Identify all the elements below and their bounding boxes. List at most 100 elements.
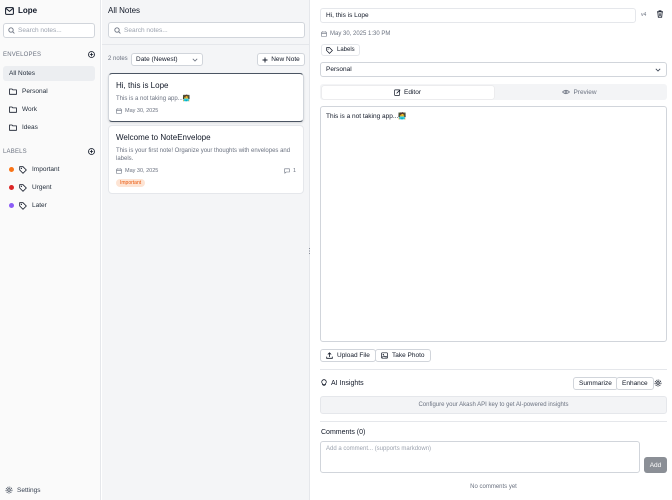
sort-value: Date (Newest) (136, 56, 178, 63)
upload-icon (326, 352, 333, 359)
chevron-down-icon (655, 68, 661, 72)
envelope-select-value: Personal (326, 66, 352, 73)
note-card-meta: May 30, 2025 (116, 108, 296, 114)
upload-file-label: Upload File (337, 352, 370, 359)
note-card-preview: This is a not taking app...🧑‍💻 (116, 96, 191, 102)
no-comments-text: No comments yet (470, 484, 517, 490)
ai-insights-title: AI Insights (331, 379, 364, 387)
folder-icon (9, 106, 17, 113)
calendar-icon (321, 31, 327, 37)
editor-tabs: Editor Preview (320, 84, 667, 100)
note-card[interactable]: Welcome to NoteEnvelope This is your fir… (108, 125, 304, 194)
notes-search (108, 22, 305, 38)
summarize-button[interactable]: Summarize (573, 377, 618, 390)
folder-icon (9, 88, 17, 95)
note-editor: v4 May 30, 2025 1:30 PM Labels Personal … (311, 0, 672, 500)
labels-button-label: Labels (337, 47, 355, 53)
note-card-date: May 30, 2025 (125, 108, 159, 114)
comments-title: Comments (0) (321, 429, 366, 436)
search-icon (8, 27, 15, 34)
note-card-meta: May 30, 2025 1 (116, 168, 296, 174)
note-card-title: Hi, this is Lope (116, 81, 169, 90)
label-color-dot (9, 167, 14, 172)
divider (320, 369, 667, 370)
sidebar-item-ideas[interactable]: Ideas (3, 120, 95, 135)
label-color-dot (9, 185, 14, 190)
enhance-button[interactable]: Enhance (616, 377, 654, 390)
ai-insights-header: AI Insights (321, 379, 364, 387)
sidebar-item-label: Ideas (22, 124, 38, 131)
notes-count: 2 notes (108, 56, 128, 62)
notes-search-input[interactable] (124, 26, 304, 34)
sidebar-search (3, 23, 95, 38)
sidebar-item-label: Important (32, 166, 60, 173)
sidebar-search-input[interactable] (18, 27, 94, 34)
sidebar-item-label: Personal (22, 88, 48, 95)
add-envelope-icon[interactable] (88, 51, 95, 58)
sidebar-item-label: All Notes (9, 70, 36, 77)
add-comment-label: Add (649, 461, 662, 469)
new-note-button[interactable]: New Note (257, 53, 305, 66)
sidebar-item-work[interactable]: Work (3, 102, 95, 117)
lightbulb-icon (321, 379, 327, 387)
gear-icon[interactable] (654, 379, 662, 387)
upload-file-button[interactable]: Upload File (320, 349, 376, 362)
tab-preview-label: Preview (573, 88, 597, 96)
envelope-select[interactable]: Personal (320, 62, 667, 77)
plus-icon (262, 57, 268, 63)
notes-list-panel: All Notes 2 notes Date (Newest) New Note… (102, 0, 310, 500)
note-card-title: Welcome to NoteEnvelope (116, 133, 211, 142)
sidebar-item-all-notes[interactable]: All Notes (3, 66, 95, 81)
calendar-icon (116, 168, 122, 174)
add-comment-button[interactable]: Add (644, 457, 667, 473)
sidebar-item-label: Work (22, 106, 38, 113)
labels-button[interactable]: Labels (321, 44, 360, 56)
notes-panel-title: All Notes (108, 6, 141, 15)
app-brand: Lope (5, 6, 37, 15)
envelopes-heading: ENVELOPES (3, 51, 42, 58)
comment-icon (284, 168, 290, 174)
summarize-label: Summarize (579, 380, 612, 387)
trash-icon[interactable] (656, 10, 664, 18)
note-datetime-text: May 30, 2025 1:30 PM (330, 31, 391, 37)
divider (102, 44, 310, 45)
note-body-textarea[interactable]: This is a not taking app...🧑‍💻 (320, 106, 667, 342)
search-icon (114, 26, 121, 34)
image-icon (381, 352, 388, 359)
tag-icon (19, 201, 27, 210)
ai-insights-message: Configure your Akash API key to get AI-p… (320, 396, 667, 414)
sort-select[interactable]: Date (Newest) (131, 53, 203, 66)
take-photo-label: Take Photo (392, 352, 425, 359)
note-card-preview: This is your first note! Organize your t… (116, 148, 291, 162)
tag-icon (19, 165, 27, 174)
add-label-icon[interactable] (88, 148, 95, 155)
label-color-dot (9, 203, 14, 208)
folder-icon (9, 124, 17, 131)
note-card-selected[interactable]: Hi, this is Lope This is a not taking ap… (108, 73, 304, 122)
note-title-input[interactable] (320, 8, 636, 23)
note-datetime: May 30, 2025 1:30 PM (321, 31, 390, 37)
sidebar-item-personal[interactable]: Personal (3, 84, 95, 99)
take-photo-button[interactable]: Take Photo (375, 349, 431, 362)
enhance-label: Enhance (622, 380, 648, 387)
calendar-icon (116, 108, 122, 114)
tab-editor[interactable]: Editor (321, 85, 494, 99)
comment-input[interactable] (320, 441, 640, 473)
divider (320, 421, 667, 422)
labels-section-header: LABELS (3, 148, 95, 155)
sidebar-item-label: Urgent (32, 184, 52, 191)
settings-button[interactable]: Settings (5, 486, 41, 494)
envelopes-section-header: ENVELOPES (3, 51, 95, 58)
sidebar-label-important[interactable]: Important (3, 162, 95, 177)
sidebar-item-label: Later (32, 202, 47, 209)
new-note-label: New Note (271, 56, 300, 63)
app-name: Lope (18, 6, 38, 15)
sidebar-label-later[interactable]: Later (3, 198, 95, 213)
eye-icon (562, 89, 571, 95)
edit-icon (394, 89, 401, 96)
label-badge: Important (116, 179, 146, 187)
sidebar-label-urgent[interactable]: Urgent (3, 180, 95, 195)
sidebar: Lope ENVELOPES All Notes Personal Work I… (0, 0, 101, 500)
tab-preview[interactable]: Preview (494, 86, 666, 99)
tag-icon (19, 183, 27, 192)
